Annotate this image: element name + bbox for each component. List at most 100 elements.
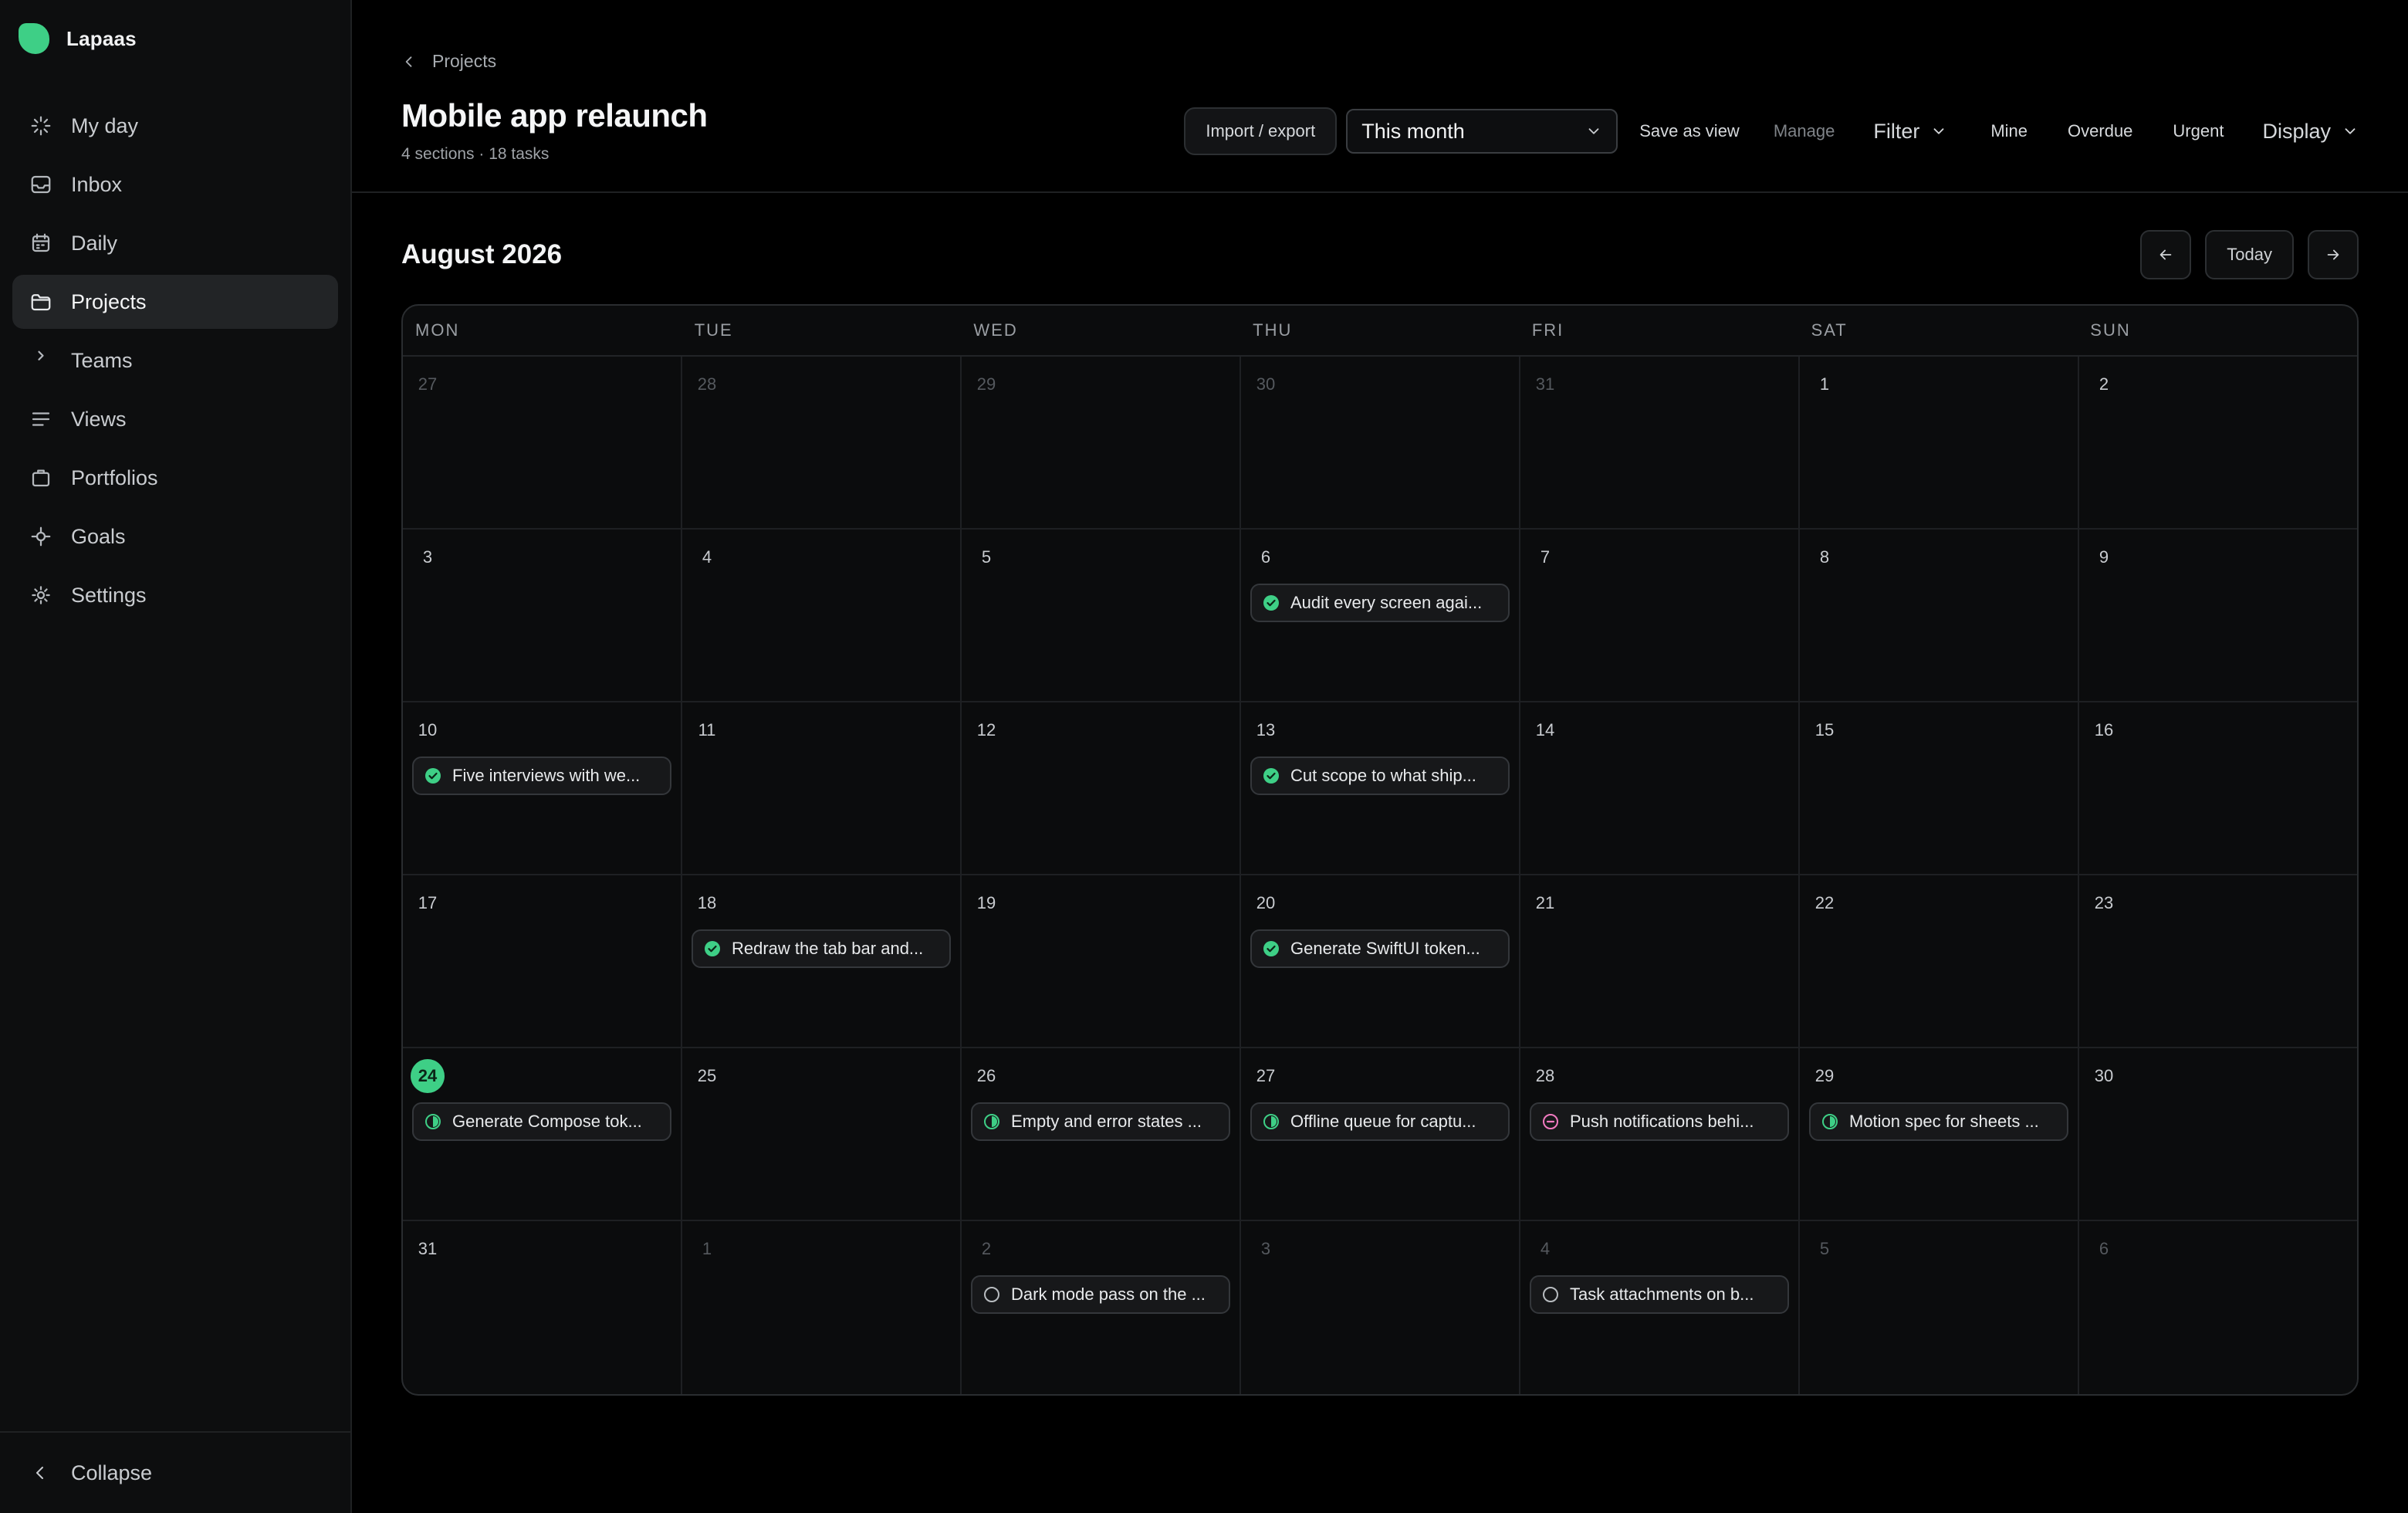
calendar-day[interactable]: 19: [962, 875, 1241, 1048]
filter-button[interactable]: Filter: [1873, 120, 1947, 144]
collapse-button[interactable]: Collapse: [0, 1431, 350, 1513]
save-view-button[interactable]: Save as view: [1639, 121, 1740, 141]
calendar-day[interactable]: 31: [1520, 357, 1800, 530]
calendar-day[interactable]: 1: [682, 1221, 962, 1394]
task-chip[interactable]: Five interviews with we...: [412, 756, 671, 795]
sidebar-item-teams[interactable]: Teams: [12, 333, 338, 388]
calendar-day[interactable]: 2: [2079, 357, 2357, 530]
half-circle-icon[interactable]: [983, 1113, 1000, 1130]
calendar-day[interactable]: 3: [403, 530, 682, 702]
calendar-day[interactable]: 27 Offline queue for captu...: [1241, 1048, 1520, 1221]
filter-mine-button[interactable]: Mine: [1990, 121, 2028, 141]
half-circle-icon[interactable]: [424, 1113, 441, 1130]
check-circle-icon[interactable]: [1263, 767, 1280, 784]
sidebar-item-daily[interactable]: Daily: [12, 216, 338, 270]
brand-name: Lapaas: [66, 26, 137, 50]
calendar-day[interactable]: 28: [682, 357, 962, 530]
display-button[interactable]: Display: [2262, 120, 2359, 144]
task-chip[interactable]: Motion spec for sheets ...: [1809, 1102, 2068, 1141]
calendar-day[interactable]: 7: [1520, 530, 1800, 702]
half-circle-icon[interactable]: [1821, 1113, 1838, 1130]
day-number: 31: [1535, 374, 1555, 394]
calendar-day[interactable]: 6 Audit every screen agai...: [1241, 530, 1520, 702]
import-export-button[interactable]: Import / export: [1184, 107, 1338, 155]
calendar-day[interactable]: 30: [1241, 357, 1520, 530]
task-chip[interactable]: Offline queue for captu...: [1250, 1102, 1510, 1141]
empty-circle-icon[interactable]: [1542, 1286, 1559, 1303]
calendar-day[interactable]: 4 Task attachments on b...: [1520, 1221, 1800, 1394]
calendar-day[interactable]: 14: [1520, 702, 1800, 875]
day-number: 28: [1535, 1066, 1555, 1085]
calendar-day[interactable]: 11: [682, 702, 962, 875]
sidebar-nav: My day Inbox Daily Projects Teams Views …: [12, 99, 338, 627]
previous-month-button[interactable]: [2140, 230, 2192, 279]
task-chip[interactable]: Empty and error states ...: [971, 1102, 1230, 1141]
day-number: 22: [1814, 893, 1835, 912]
calendar-day[interactable]: 15: [1800, 702, 2079, 875]
calendar-day[interactable]: 2 Dark mode pass on the ...: [962, 1221, 1241, 1394]
sidebar-item-goals[interactable]: Goals: [12, 509, 338, 564]
date-range-select[interactable]: This month: [1346, 109, 1618, 154]
calendar-day[interactable]: 12: [962, 702, 1241, 875]
task-chip[interactable]: Task attachments on b...: [1530, 1275, 1789, 1314]
calendar-day[interactable]: 20 Generate SwiftUI token...: [1241, 875, 1520, 1048]
calendar-day[interactable]: 18 Redraw the tab bar and...: [682, 875, 962, 1048]
sidebar-item-views[interactable]: Views: [12, 392, 338, 446]
task-chip[interactable]: Push notifications behi...: [1530, 1102, 1789, 1141]
filter-overdue-button[interactable]: Overdue: [2068, 121, 2132, 141]
calendar-day[interactable]: 26 Empty and error states ...: [962, 1048, 1241, 1221]
today-button[interactable]: Today: [2205, 230, 2294, 279]
calendar-day[interactable]: 29 Motion spec for sheets ...: [1800, 1048, 2079, 1221]
calendar-day[interactable]: 21: [1520, 875, 1800, 1048]
check-circle-icon[interactable]: [704, 940, 721, 957]
next-month-button[interactable]: [2308, 230, 2359, 279]
task-chip[interactable]: Dark mode pass on the ...: [971, 1275, 1230, 1314]
calendar-day[interactable]: 6: [2079, 1221, 2357, 1394]
manage-button[interactable]: Manage: [1774, 121, 1835, 141]
empty-circle-icon[interactable]: [983, 1286, 1000, 1303]
calendar-day[interactable]: 5: [1800, 1221, 2079, 1394]
calendar-day[interactable]: 29: [962, 357, 1241, 530]
calendar-day[interactable]: 8: [1800, 530, 2079, 702]
task-chip[interactable]: Generate Compose tok...: [412, 1102, 671, 1141]
calendar-day[interactable]: 5: [962, 530, 1241, 702]
task-chip[interactable]: Redraw the tab bar and...: [692, 929, 951, 968]
breadcrumb-link[interactable]: Projects: [432, 51, 496, 72]
calendar-day[interactable]: 3: [1241, 1221, 1520, 1394]
task-label: Task attachments on b...: [1570, 1285, 1754, 1304]
sidebar-item-my-day[interactable]: My day: [12, 99, 338, 153]
collapse-label: Collapse: [71, 1461, 153, 1484]
sidebar-item-settings[interactable]: Settings: [12, 568, 338, 622]
breadcrumb[interactable]: Projects: [401, 51, 496, 72]
brand[interactable]: Lapaas: [19, 23, 137, 54]
sidebar-item-projects[interactable]: Projects: [12, 275, 338, 329]
calendar-day[interactable]: 17: [403, 875, 682, 1048]
calendar-day[interactable]: 10 Five interviews with we...: [403, 702, 682, 875]
calendar-day[interactable]: 31: [403, 1221, 682, 1394]
calendar-day[interactable]: 30: [2079, 1048, 2357, 1221]
filter-urgent-button[interactable]: Urgent: [2173, 121, 2224, 141]
calendar-day[interactable]: 23: [2079, 875, 2357, 1048]
calendar-day[interactable]: 9: [2079, 530, 2357, 702]
check-circle-icon[interactable]: [1263, 594, 1280, 611]
chevron-right-icon[interactable]: [29, 349, 52, 372]
half-circle-icon[interactable]: [1263, 1113, 1280, 1130]
task-chip[interactable]: Cut scope to what ship...: [1250, 756, 1510, 795]
calendar-day[interactable]: 25: [682, 1048, 962, 1221]
calendar-day[interactable]: 1: [1800, 357, 2079, 530]
check-circle-icon[interactable]: [1263, 940, 1280, 957]
sidebar-item-portfolios[interactable]: Portfolios: [12, 451, 338, 505]
task-chip[interactable]: Generate SwiftUI token...: [1250, 929, 1510, 968]
check-circle-icon[interactable]: [424, 767, 441, 784]
calendar-day[interactable]: 27: [403, 357, 682, 530]
task-chip[interactable]: Audit every screen agai...: [1250, 584, 1510, 622]
sidebar-item-inbox[interactable]: Inbox: [12, 157, 338, 212]
calendar-day[interactable]: 4: [682, 530, 962, 702]
calendar-day[interactable]: 22: [1800, 875, 2079, 1048]
calendar-day[interactable]: 16: [2079, 702, 2357, 875]
calendar-day[interactable]: 13 Cut scope to what ship...: [1241, 702, 1520, 875]
minus-circle-icon[interactable]: [1542, 1113, 1559, 1130]
task-label: Generate SwiftUI token...: [1290, 939, 1480, 958]
calendar-day-today[interactable]: 24 Generate Compose tok...: [403, 1048, 682, 1221]
calendar-day[interactable]: 28 Push notifications behi...: [1520, 1048, 1800, 1221]
